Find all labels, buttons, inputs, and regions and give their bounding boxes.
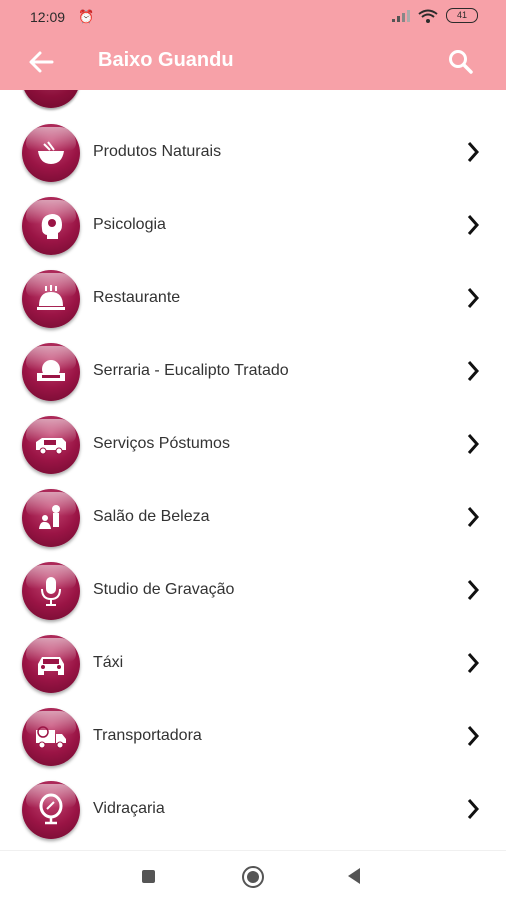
taxi-icon bbox=[22, 635, 80, 693]
back-arrow-icon[interactable] bbox=[28, 50, 54, 74]
wifi-icon bbox=[418, 9, 438, 23]
head-icon bbox=[22, 197, 80, 255]
signal-icon bbox=[392, 9, 410, 22]
search-icon[interactable] bbox=[448, 49, 474, 75]
saw-icon bbox=[22, 343, 80, 401]
microphone-icon bbox=[22, 562, 80, 620]
category-list[interactable]: Produtos Naturais Psicologia Restaurante… bbox=[0, 90, 506, 850]
list-item-studio-de-gravacao[interactable]: Studio de Gravação bbox=[0, 555, 506, 628]
recents-button[interactable] bbox=[142, 870, 155, 883]
list-item-label: Psicologia bbox=[93, 216, 166, 233]
list-item-label: Transportadora bbox=[93, 727, 202, 744]
list-item-taxi[interactable]: Táxi bbox=[0, 628, 506, 701]
app-bar: Baixo Guandu bbox=[0, 34, 506, 90]
page-title: Baixo Guandu bbox=[98, 49, 234, 71]
list-item-produtos-naturais[interactable]: Produtos Naturais bbox=[0, 117, 506, 190]
list-item-label: Salão de Beleza bbox=[93, 508, 210, 525]
chevron-right-icon bbox=[467, 799, 480, 819]
chevron-right-icon bbox=[467, 142, 480, 162]
category-icon-partial bbox=[22, 90, 80, 108]
list-item-label: Vidraçaria bbox=[93, 800, 165, 817]
list-item-label: Produtos Naturais bbox=[93, 143, 222, 160]
chevron-right-icon bbox=[467, 434, 480, 454]
system-back-button[interactable] bbox=[348, 868, 360, 884]
system-nav-bar bbox=[0, 850, 506, 901]
list-item-serraria[interactable]: Serraria - Eucalipto Tratado bbox=[0, 336, 506, 409]
list-item-label: Studio de Gravação bbox=[93, 581, 235, 598]
chevron-right-icon bbox=[467, 361, 480, 381]
truck-icon bbox=[22, 708, 80, 766]
salon-icon bbox=[22, 489, 80, 547]
battery-level: 41 bbox=[456, 10, 467, 20]
bowl-icon bbox=[22, 124, 80, 182]
chevron-right-icon bbox=[467, 288, 480, 308]
list-item-restaurante[interactable]: Restaurante bbox=[0, 263, 506, 336]
list-item-label: Táxi bbox=[93, 654, 124, 671]
status-bar: 12:09 ⏰ 41 bbox=[0, 0, 506, 34]
list-item-salao-de-beleza[interactable]: Salão de Beleza bbox=[0, 482, 506, 555]
list-item-label: Serraria - Eucalipto Tratado bbox=[93, 362, 289, 379]
list-item-psicologia[interactable]: Psicologia bbox=[0, 190, 506, 263]
hearse-icon bbox=[22, 416, 80, 474]
list-item-label: Serviços Póstumos bbox=[93, 435, 230, 452]
list-item-vidracaria[interactable]: Vidraçaria bbox=[0, 774, 506, 847]
list-item-label: Restaurante bbox=[93, 289, 181, 306]
chevron-right-icon bbox=[467, 507, 480, 527]
battery-icon: 41 bbox=[446, 8, 478, 23]
chevron-right-icon bbox=[467, 215, 480, 235]
chevron-right-icon bbox=[467, 580, 480, 600]
chevron-right-icon bbox=[467, 726, 480, 746]
status-time: 12:09 bbox=[30, 9, 66, 25]
food-tray-icon bbox=[22, 270, 80, 328]
chevron-right-icon bbox=[467, 653, 480, 673]
alarm-off-icon: ⏰ bbox=[78, 9, 95, 24]
list-item-servicos-postumos[interactable]: Serviços Póstumos bbox=[0, 409, 506, 482]
status-icons: 41 bbox=[392, 8, 478, 23]
home-button[interactable] bbox=[242, 866, 264, 888]
list-item-transportadora[interactable]: Transportadora bbox=[0, 701, 506, 774]
mirror-icon bbox=[22, 781, 80, 839]
